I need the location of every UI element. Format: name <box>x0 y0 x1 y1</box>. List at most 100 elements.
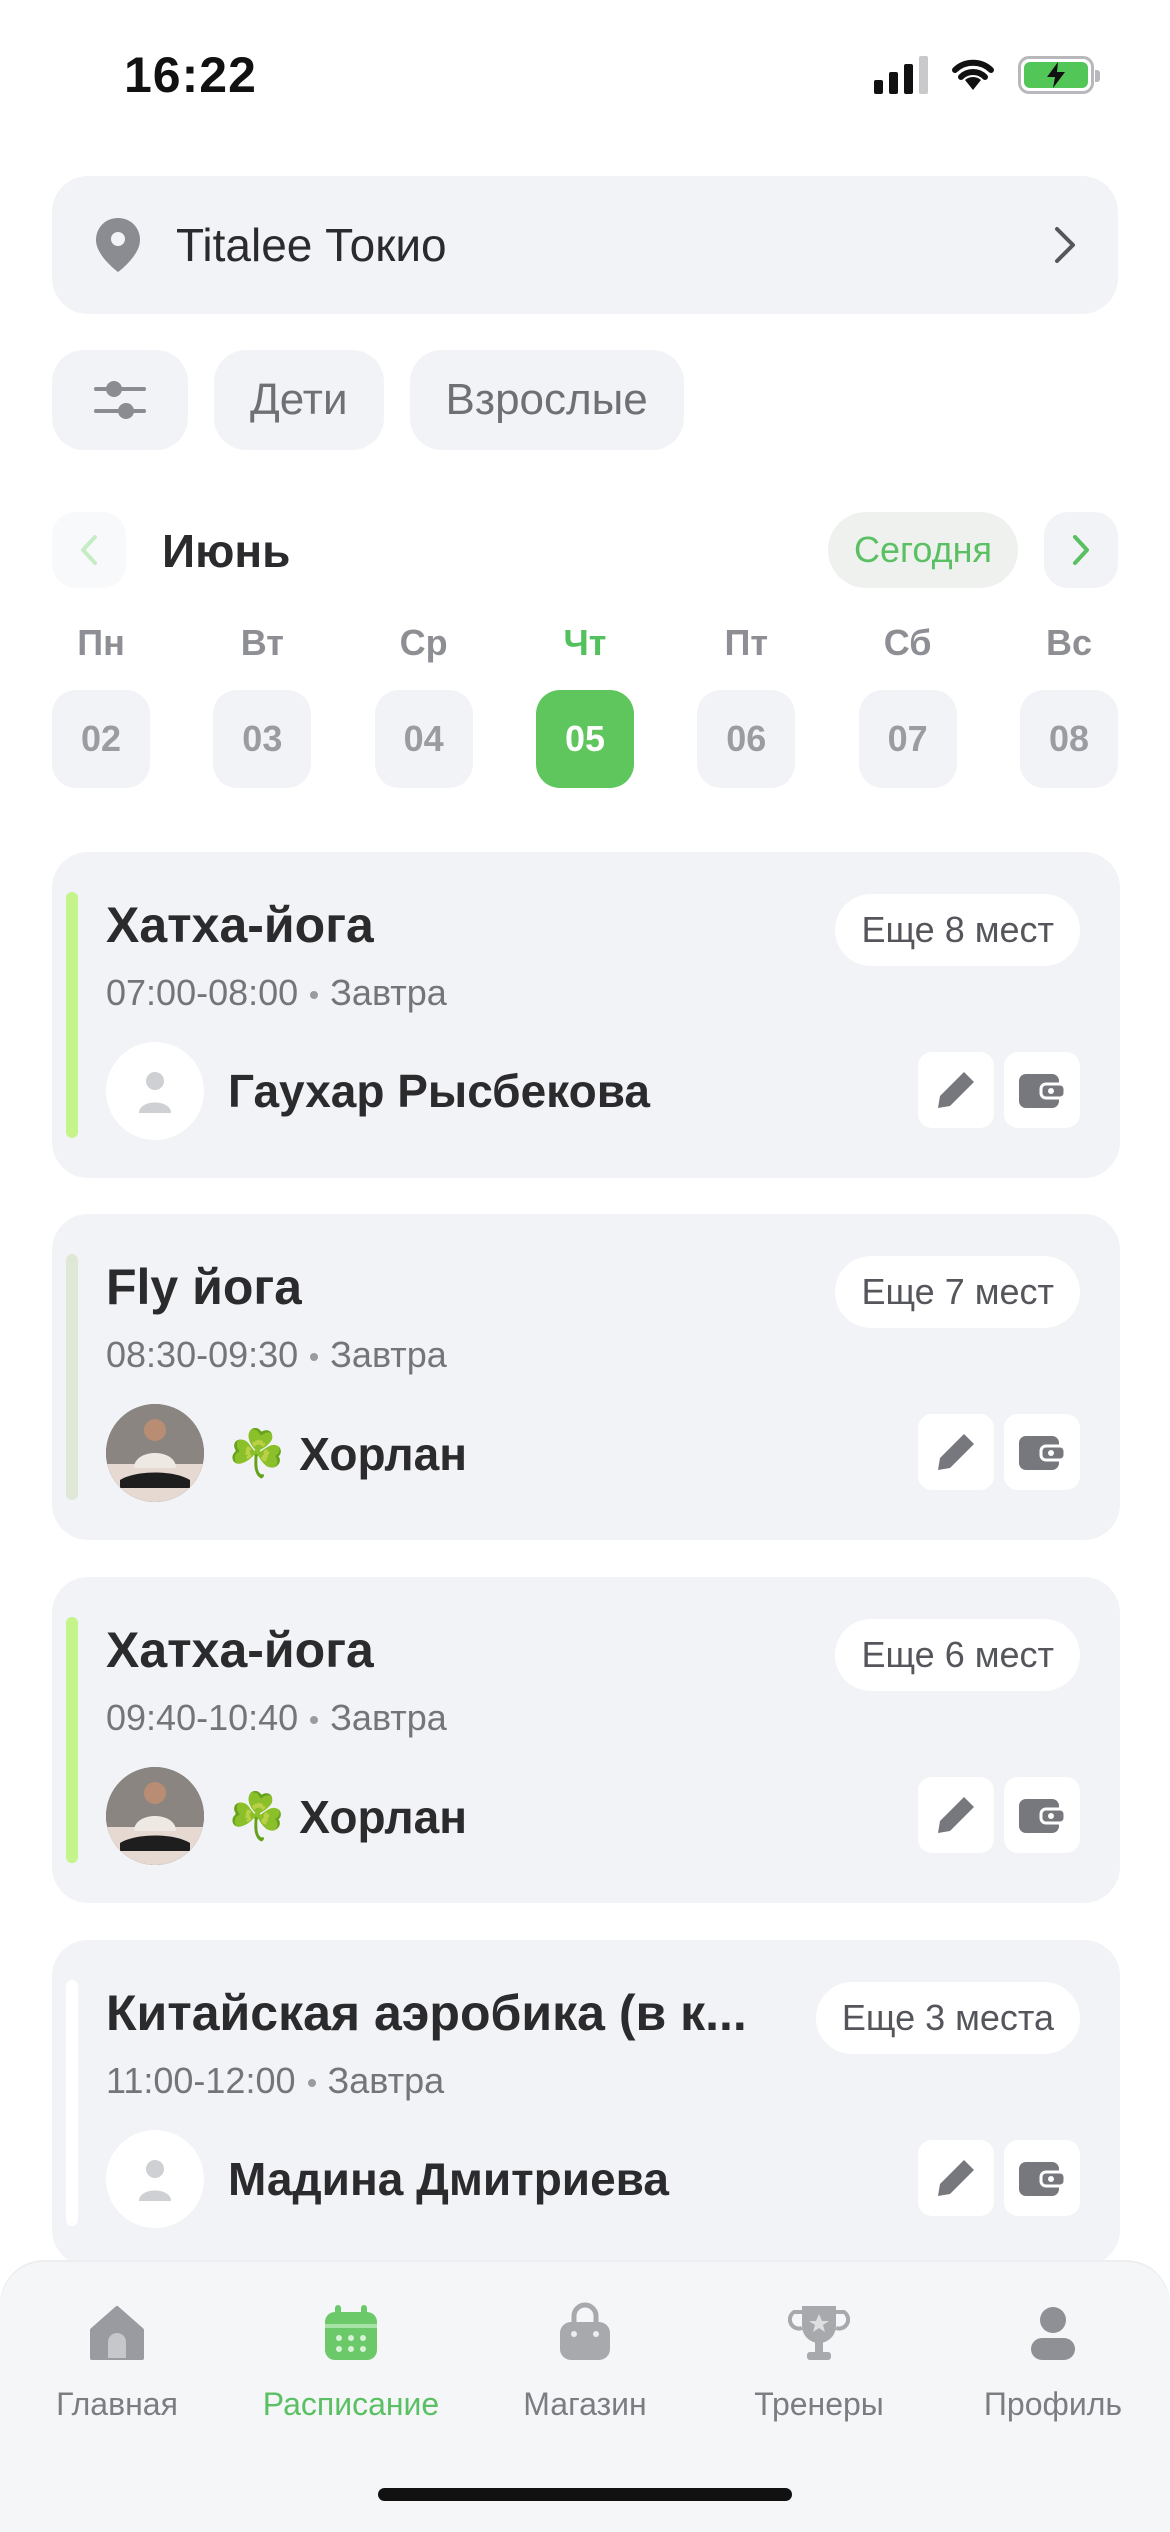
class-day: Завтра <box>327 2060 445 2101</box>
day-button[interactable]: 07 <box>858 690 957 788</box>
separator-dot <box>310 1716 319 1725</box>
trainer-avatar <box>106 2130 204 2228</box>
filter-kids-chip[interactable]: Дети <box>214 350 384 450</box>
weekday-label: Пт <box>724 622 769 663</box>
pencil-icon <box>938 1434 974 1470</box>
spots-badge: Еще 6 мест <box>835 1619 1080 1691</box>
class-card[interactable]: Китайская аэробика (в к... Еще 3 места 1… <box>52 1940 1120 2266</box>
trainer-photo <box>106 1767 204 1865</box>
payment-button[interactable] <box>1004 1777 1080 1853</box>
payment-button[interactable] <box>1004 1414 1080 1490</box>
class-meta: 07:00-08:00 Завтра <box>106 972 447 1014</box>
filter-adults-chip[interactable]: Взрослые <box>409 350 684 450</box>
schedule-screen: 16:22 Titalee Токио Дети Взрослые Июнь С… <box>0 0 1170 2532</box>
pencil-icon <box>938 1797 974 1833</box>
chevron-right-icon <box>1073 535 1089 565</box>
trainer-name: Гаухар Рысбекова <box>228 1064 650 1118</box>
tab-label: Главная <box>56 2386 178 2422</box>
weekday-label: Пн <box>77 622 125 663</box>
trainer-name-text: Хорлан <box>299 1427 467 1480</box>
tab-home[interactable]: Главная <box>0 2302 234 2423</box>
wallet-icon <box>1019 1799 1067 1833</box>
tab-label: Расписание <box>262 2386 440 2422</box>
class-time: 09:40-10:40 <box>106 1697 299 1738</box>
trainer-name: ☘️ Хорлан <box>228 1789 467 1844</box>
class-title: Fly йога <box>106 1259 303 1315</box>
weekday-label: Вс <box>1045 622 1092 663</box>
user-placeholder-icon <box>139 2160 171 2201</box>
status-time: 16:22 <box>124 47 257 103</box>
class-card[interactable]: Хатха-йога Еще 8 мест 07:00-08:00 Завтра … <box>52 852 1120 1178</box>
class-meta: 11:00-12:00 Завтра <box>106 2060 444 2102</box>
today-button[interactable]: Сегодня <box>828 512 1018 588</box>
filter-settings-button[interactable] <box>52 350 188 450</box>
class-card[interactable]: Fly йога Еще 7 мест 08:30-09:30 Завтра ☘️… <box>52 1214 1120 1540</box>
previous-week-button[interactable] <box>52 512 126 588</box>
class-time: 08:30-09:30 <box>106 1334 299 1375</box>
shopping-bag-icon <box>560 2302 610 2360</box>
chevron-right-icon <box>1055 227 1075 263</box>
class-meta: 08:30-09:30 Завтра <box>106 1334 447 1376</box>
pencil-icon <box>938 1072 974 1108</box>
user-icon <box>1031 2307 1075 2360</box>
class-title: Хатха-йога <box>106 1622 374 1678</box>
month-navigation: Июнь Сегодня <box>52 512 1118 588</box>
status-icons <box>874 56 1100 94</box>
trainer-name-text: Хорлан <box>299 1790 467 1843</box>
clover-emoji: ☘️ <box>228 1790 286 1842</box>
tab-trainers[interactable]: Тренеры <box>702 2302 936 2423</box>
tab-schedule[interactable]: Расписание <box>234 2302 468 2423</box>
day-button[interactable]: 08 <box>1019 690 1118 788</box>
user-placeholder-icon <box>139 1072 171 1113</box>
wallet-icon <box>1019 1074 1067 1108</box>
trainer-avatar <box>106 1042 204 1140</box>
weekday-label: Ср <box>399 622 448 663</box>
payment-button[interactable] <box>1004 2140 1080 2216</box>
day-button[interactable]: 02 <box>52 690 150 788</box>
separator-dot <box>307 2079 316 2088</box>
spots-badge: Еще 8 мест <box>835 894 1080 966</box>
clover-emoji: ☘️ <box>228 1427 286 1479</box>
edit-button[interactable] <box>918 1414 994 1490</box>
tab-label: Тренеры <box>754 2386 884 2422</box>
class-color-stripe <box>66 892 78 1138</box>
next-week-button[interactable] <box>1044 512 1118 588</box>
day-button[interactable]: 03 <box>213 690 312 788</box>
edit-button[interactable] <box>918 2140 994 2216</box>
edit-button[interactable] <box>918 1777 994 1853</box>
spots-badge: Еще 3 места <box>815 1982 1080 2054</box>
chevron-left-icon <box>81 535 97 565</box>
class-color-stripe <box>66 1980 78 2226</box>
home-icon <box>90 2306 144 2360</box>
day-button[interactable]: 04 <box>374 690 473 788</box>
status-bar: 16:22 <box>0 0 1170 150</box>
weekday-headers: Пн Вт Ср Чт Пт Сб Вс <box>52 622 1118 664</box>
edit-button[interactable] <box>918 1052 994 1128</box>
separator-dot <box>310 1353 319 1362</box>
wallet-icon <box>1019 2162 1067 2196</box>
class-card[interactable]: Хатха-йога Еще 6 мест 09:40-10:40 Завтра … <box>52 1577 1120 1903</box>
location-name: Titalee Токио <box>176 219 447 271</box>
calendar-icon <box>325 2305 377 2360</box>
payment-button[interactable] <box>1004 1052 1080 1128</box>
tab-shop[interactable]: Магазин <box>468 2302 702 2423</box>
day-button[interactable]: 06 <box>697 690 796 788</box>
class-day: Завтра <box>330 972 447 1013</box>
battery-icon <box>1018 56 1100 94</box>
day-button-selected[interactable]: 05 <box>535 690 634 788</box>
tab-label: Профиль <box>983 2386 1123 2422</box>
weekday-label: Сб <box>883 622 932 663</box>
trainer-photo <box>106 1404 204 1502</box>
trainer-avatar <box>106 1767 204 1865</box>
weekday-label: Вт <box>240 622 284 663</box>
location-selector[interactable]: Titalee Токио <box>52 176 1118 314</box>
cellular-signal-icon <box>874 56 928 94</box>
weekday-label-selected: Чт <box>563 622 607 663</box>
class-title: Китайская аэробика (в к... <box>106 1985 747 2041</box>
wifi-icon <box>952 59 994 90</box>
home-indicator <box>378 2488 792 2501</box>
location-pin-icon <box>96 218 140 272</box>
tab-profile[interactable]: Профиль <box>936 2302 1170 2423</box>
class-time: 07:00-08:00 <box>106 972 299 1013</box>
pencil-icon <box>938 2160 974 2196</box>
